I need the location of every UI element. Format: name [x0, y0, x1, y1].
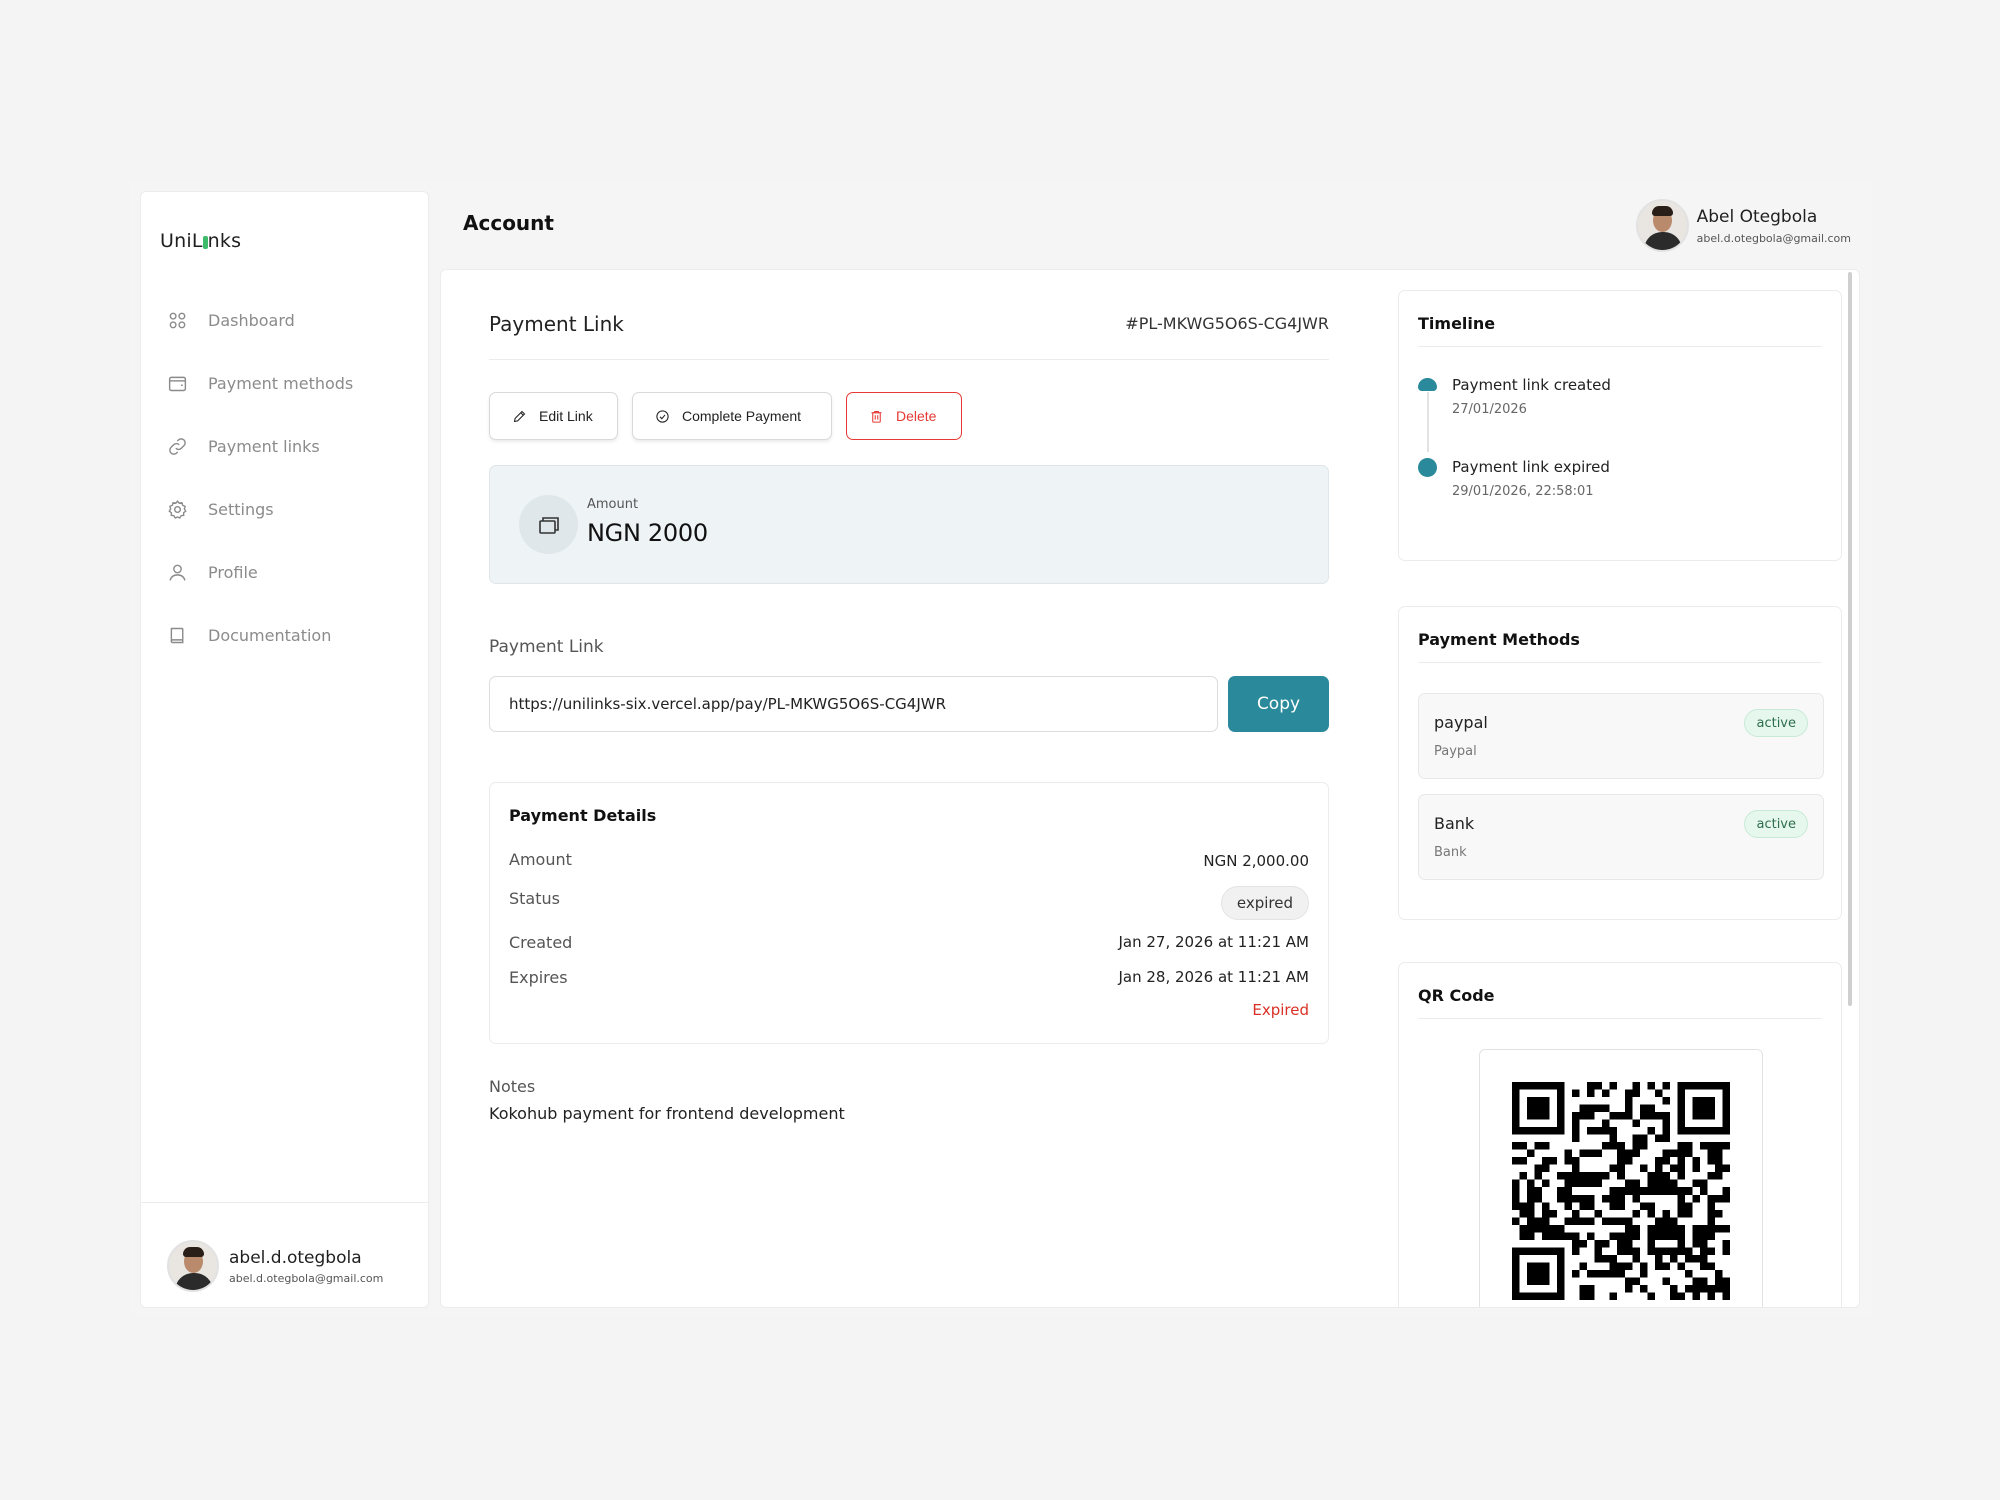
- payment-link-id: #PL-MKWG5O6S-CG4JWR: [1125, 314, 1329, 333]
- avatar: [167, 1240, 219, 1292]
- timeline-event-date: 29/01/2026, 22:58:01: [1452, 484, 1594, 499]
- status-badge: expired: [1220, 886, 1309, 920]
- timeline-event-title: Payment link expired: [1452, 458, 1610, 476]
- detail-expires-value: Jan 28, 2026 at 11:21 AM: [1118, 968, 1310, 986]
- main-panel: Payment Link #PL-MKWG5O6S-CG4JWR Edit Li…: [440, 269, 1860, 1308]
- delete-label: Delete: [896, 408, 937, 424]
- edit-link-button[interactable]: Edit Link: [489, 392, 618, 440]
- wallet-icon: [166, 373, 188, 395]
- timeline-dot-icon: [1418, 378, 1437, 391]
- sidebar-item-label: Profile: [208, 563, 258, 582]
- pencil-icon: [513, 410, 526, 422]
- qr-code-image: [1512, 1082, 1730, 1300]
- user-icon: [166, 562, 188, 584]
- app-logo[interactable]: UniL nks: [160, 230, 241, 252]
- sidebar-item-dashboard[interactable]: Dashboard: [166, 289, 353, 352]
- payment-details-title: Payment Details: [509, 806, 657, 825]
- payment-link-title: Payment Link: [489, 312, 624, 336]
- status-badge: active: [1744, 709, 1808, 737]
- expired-indicator: Expired: [1252, 1001, 1309, 1019]
- logo-accent-icon: [202, 230, 208, 252]
- action-bar: Edit Link Complete Payment Delete: [489, 392, 976, 440]
- payment-method-item[interactable]: paypal Paypal active: [1418, 693, 1824, 779]
- sidebar-item-settings[interactable]: Settings: [166, 478, 353, 541]
- avatar: [1635, 199, 1689, 252]
- timeline-event-date: 27/01/2026: [1452, 402, 1527, 417]
- timeline-dot-icon: [1418, 458, 1437, 477]
- qr-code-title: QR Code: [1418, 986, 1495, 1005]
- amount-value: NGN 2000: [587, 519, 708, 547]
- timeline-connector: [1427, 392, 1429, 452]
- payment-link-input[interactable]: [489, 676, 1218, 732]
- cards-icon: [519, 495, 578, 554]
- link-icon: [166, 436, 188, 458]
- sidebar-item-label: Settings: [208, 500, 274, 519]
- sidebar-item-payment-methods[interactable]: Payment methods: [166, 352, 353, 415]
- notes-value: Kokohub payment for frontend development: [489, 1104, 845, 1123]
- detail-label: Expires: [509, 968, 568, 987]
- logo-prefix: UniL: [160, 230, 203, 252]
- logo-suffix: nks: [207, 230, 242, 252]
- detail-amount-value: NGN 2,000.00: [1203, 852, 1309, 870]
- sidebar-item-documentation[interactable]: Documentation: [166, 604, 353, 667]
- amount-label: Amount: [587, 497, 639, 512]
- detail-label: Created: [509, 933, 573, 952]
- complete-payment-label: Complete Payment: [682, 408, 802, 424]
- qr-code-card: QR Code: [1398, 962, 1842, 1307]
- sidebar-item-label: Dashboard: [208, 311, 295, 330]
- copy-button[interactable]: Copy: [1228, 676, 1329, 732]
- timeline-title: Timeline: [1418, 314, 1496, 333]
- sidebar-item-label: Documentation: [208, 626, 332, 645]
- edit-link-label: Edit Link: [539, 408, 593, 424]
- delete-button[interactable]: Delete: [846, 392, 962, 440]
- sidebar-user-email: abel.d.otegbola@gmail.com: [229, 1271, 384, 1285]
- detail-label: Status: [509, 889, 560, 908]
- header-user-name: Abel Otegbola: [1696, 206, 1818, 227]
- book-icon: [166, 625, 188, 647]
- sidebar-item-label: Payment links: [208, 437, 320, 456]
- detail-label: Amount: [509, 850, 572, 869]
- sidebar-item-profile[interactable]: Profile: [166, 541, 353, 604]
- app-window: UniL nks Dashboard Payment methods Payme…: [130, 180, 1871, 1318]
- sidebar-user[interactable]: abel.d.otegbola abel.d.otegbola@gmail.co…: [167, 1240, 383, 1292]
- payment-methods-title: Payment Methods: [1418, 630, 1580, 649]
- gear-icon: [166, 499, 188, 521]
- status-badge: active: [1744, 810, 1808, 838]
- grid-icon: [166, 310, 188, 332]
- payment-methods-card: Payment Methods paypal Paypal active Ban…: [1398, 606, 1842, 920]
- header-user-email: abel.d.otegbola@gmail.com: [1696, 231, 1851, 245]
- payment-link-header: Payment Link #PL-MKWG5O6S-CG4JWR: [489, 310, 1329, 360]
- divider: [1418, 662, 1822, 663]
- payment-method-name: Bank: [1434, 814, 1475, 833]
- sidebar: UniL nks Dashboard Payment methods Payme…: [140, 191, 429, 1308]
- scrollbar[interactable]: [1848, 272, 1852, 1006]
- sidebar-divider: [141, 1202, 428, 1203]
- header-user[interactable]: Abel Otegbola abel.d.otegbola@gmail.com: [1635, 199, 1851, 252]
- payment-method-type: Bank: [1434, 845, 1467, 860]
- complete-payment-button[interactable]: Complete Payment: [632, 392, 832, 440]
- sidebar-user-name: abel.d.otegbola: [229, 1247, 362, 1268]
- notes-label: Notes: [489, 1077, 536, 1096]
- trash-icon: [871, 410, 882, 423]
- amount-card: Amount NGN 2000: [489, 465, 1329, 584]
- sidebar-nav: Dashboard Payment methods Payment links …: [166, 289, 353, 667]
- timeline-event-title: Payment link created: [1452, 376, 1611, 394]
- page-title: Account: [463, 211, 554, 235]
- divider: [1418, 1018, 1822, 1019]
- payment-method-name: paypal: [1434, 713, 1488, 732]
- payment-link-label: Payment Link: [489, 637, 604, 657]
- payment-method-type: Paypal: [1434, 744, 1477, 759]
- payment-details-card: Payment Details Amount NGN 2,000.00 Stat…: [489, 782, 1329, 1044]
- divider: [1418, 346, 1822, 347]
- check-circle-icon: [656, 409, 669, 423]
- timeline-card: Timeline Payment link created 27/01/2026…: [1398, 290, 1842, 561]
- payment-method-item[interactable]: Bank Bank active: [1418, 794, 1824, 880]
- qr-code-frame: [1479, 1049, 1763, 1307]
- detail-created-value: Jan 27, 2026 at 11:21 AM: [1118, 933, 1310, 951]
- sidebar-item-payment-links[interactable]: Payment links: [166, 415, 353, 478]
- sidebar-item-label: Payment methods: [208, 374, 354, 393]
